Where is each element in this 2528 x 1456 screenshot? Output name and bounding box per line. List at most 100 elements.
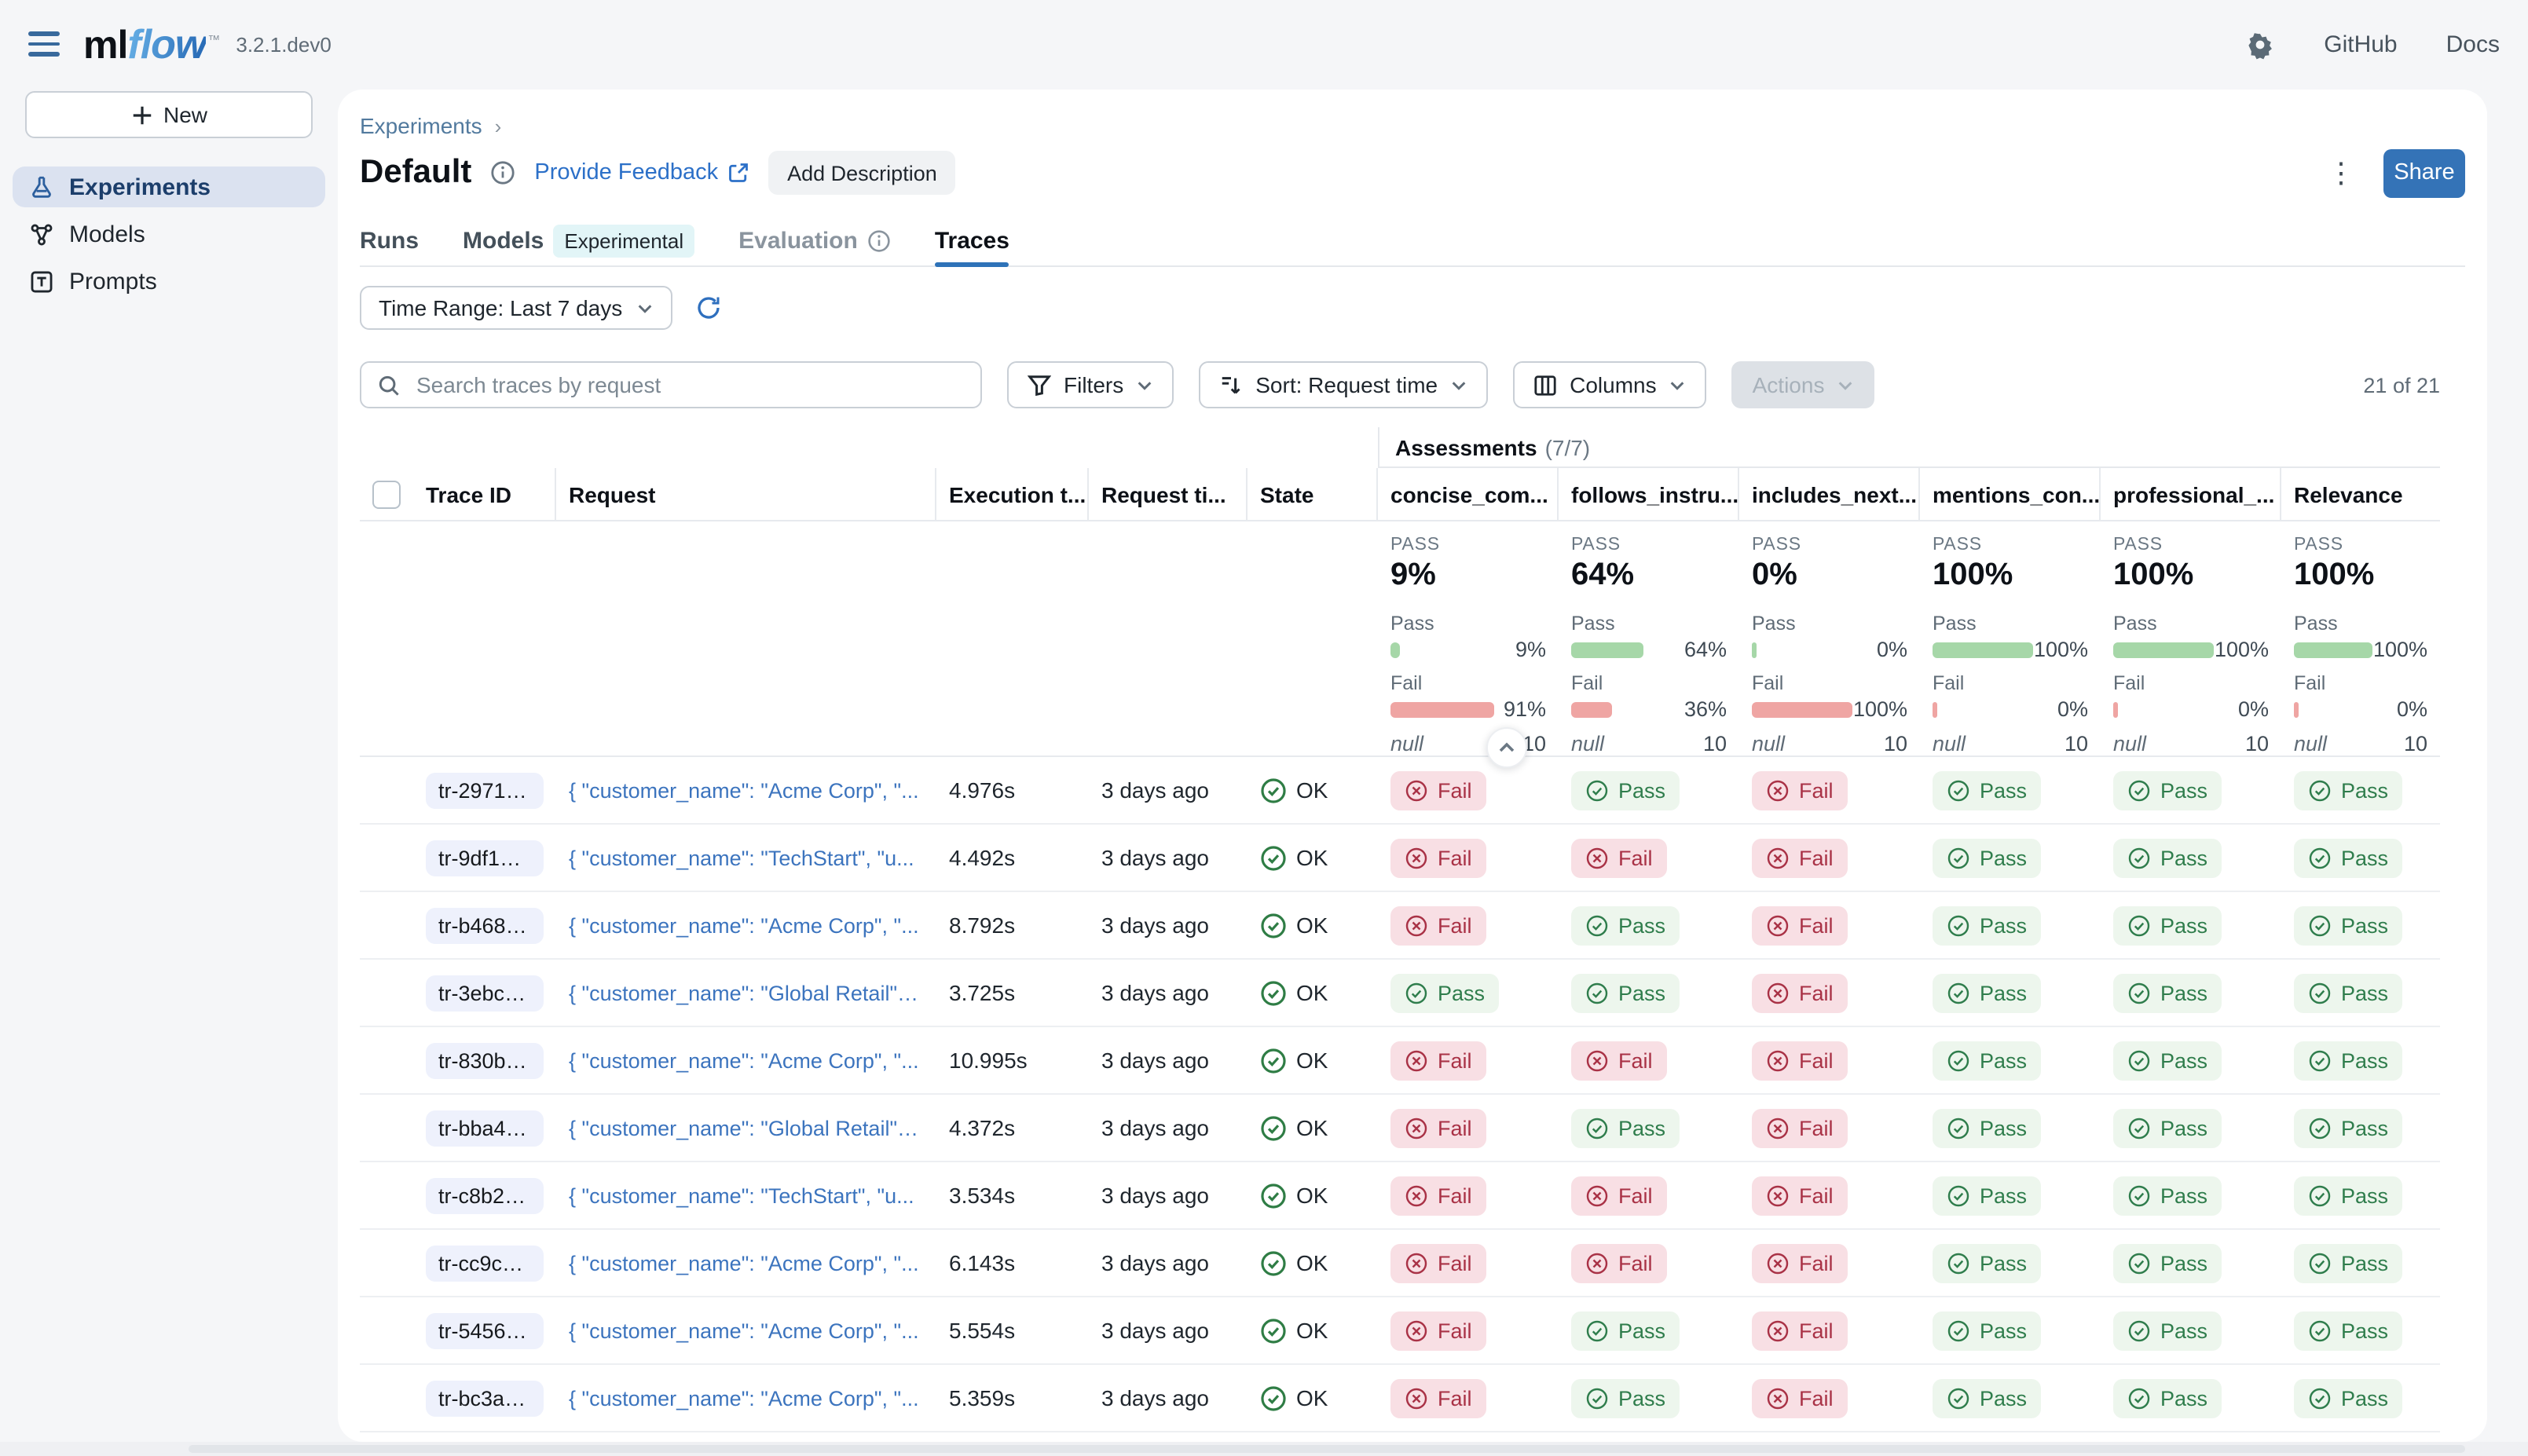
assessment-chip-pass[interactable]: Pass bbox=[2113, 838, 2222, 877]
assessment-chip-pass[interactable]: Pass bbox=[2294, 838, 2402, 877]
assessment-chip-fail[interactable]: Fail bbox=[1752, 838, 1848, 877]
assessment-chip-pass[interactable]: Pass bbox=[2294, 1041, 2402, 1080]
assessment-chip-pass[interactable]: Pass bbox=[2113, 905, 2222, 945]
column-header-trace-id[interactable]: Trace ID bbox=[413, 468, 556, 521]
assessment-chip-pass[interactable]: Pass bbox=[1933, 1243, 2041, 1282]
assessment-chip-pass[interactable]: Pass bbox=[1390, 973, 1499, 1012]
trace-id-link[interactable]: tr-830bbb... bbox=[426, 1042, 544, 1078]
assessment-chip-fail[interactable]: Fail bbox=[1390, 838, 1486, 877]
assessment-chip-pass[interactable]: Pass bbox=[2113, 1243, 2222, 1282]
docs-link[interactable]: Docs bbox=[2446, 31, 2500, 57]
select-all-checkbox[interactable] bbox=[372, 480, 401, 508]
assessment-chip-pass[interactable]: Pass bbox=[2113, 1041, 2222, 1080]
trace-id-link[interactable]: tr-cc9ce3... bbox=[426, 1245, 544, 1281]
info-icon[interactable] bbox=[490, 160, 515, 185]
assessment-chip-pass[interactable]: Pass bbox=[1933, 1176, 2041, 1215]
tab-evaluation[interactable]: Evaluation bbox=[738, 215, 891, 265]
share-button[interactable]: Share bbox=[2383, 148, 2465, 197]
assessment-chip-fail[interactable]: Fail bbox=[1390, 1108, 1486, 1147]
assessment-chip-pass[interactable]: Pass bbox=[2113, 1108, 2222, 1147]
tab-models[interactable]: Models Experimental bbox=[463, 215, 694, 265]
column-header-assessment[interactable]: mentions_con... bbox=[1920, 468, 2101, 521]
request-link[interactable]: { "customer_name": "Acme Corp", "... bbox=[569, 1048, 919, 1072]
actions-button[interactable]: Actions bbox=[1732, 361, 1875, 408]
sidebar-item-prompts[interactable]: Prompts bbox=[13, 261, 325, 302]
trace-id-link[interactable]: tr-c8b2fcf... bbox=[426, 1177, 544, 1213]
assessment-chip-fail[interactable]: Fail bbox=[1390, 1378, 1486, 1418]
assessment-chip-pass[interactable]: Pass bbox=[2113, 1176, 2222, 1215]
assessment-chip-pass[interactable]: Pass bbox=[2113, 1378, 2222, 1418]
collapse-summary-button[interactable] bbox=[1486, 727, 1527, 768]
tab-traces[interactable]: Traces bbox=[935, 215, 1009, 265]
kebab-menu-icon[interactable]: ⋮ bbox=[2317, 152, 2365, 193]
assessment-chip-pass[interactable]: Pass bbox=[2294, 770, 2402, 810]
columns-button[interactable]: Columns bbox=[1513, 361, 1707, 408]
github-link[interactable]: GitHub bbox=[2324, 31, 2397, 57]
column-header-execution-time[interactable]: Execution t... bbox=[936, 468, 1089, 521]
assessment-chip-pass[interactable]: Pass bbox=[2294, 905, 2402, 945]
trace-id-link[interactable]: tr-bc3a88... bbox=[426, 1380, 544, 1416]
assessment-chip-pass[interactable]: Pass bbox=[2294, 1378, 2402, 1418]
request-link[interactable]: { "customer_name": "Acme Corp", "... bbox=[569, 1319, 919, 1342]
assessment-chip-pass[interactable]: Pass bbox=[1571, 905, 1680, 945]
assessment-chip-pass[interactable]: Pass bbox=[2113, 973, 2222, 1012]
request-link[interactable]: { "customer_name": "Acme Corp", "... bbox=[569, 1386, 919, 1410]
search-input[interactable] bbox=[413, 371, 965, 399]
column-header-state[interactable]: State bbox=[1248, 468, 1378, 521]
new-button[interactable]: New bbox=[25, 91, 313, 138]
assessment-chip-pass[interactable]: Pass bbox=[2294, 1311, 2402, 1350]
assessment-chip-fail[interactable]: Fail bbox=[1752, 905, 1848, 945]
trace-id-link[interactable]: tr-9df173... bbox=[426, 840, 544, 876]
assessment-chip-pass[interactable]: Pass bbox=[2294, 1108, 2402, 1147]
assessment-chip-pass[interactable]: Pass bbox=[1933, 1378, 2041, 1418]
assessment-chip-fail[interactable]: Fail bbox=[1752, 1311, 1848, 1350]
assessment-chip-fail[interactable]: Fail bbox=[1390, 1176, 1486, 1215]
assessment-chip-pass[interactable]: Pass bbox=[1933, 838, 2041, 877]
assessment-chip-pass[interactable]: Pass bbox=[2113, 770, 2222, 810]
assessment-chip-fail[interactable]: Fail bbox=[1571, 1176, 1667, 1215]
refresh-icon[interactable] bbox=[694, 294, 723, 322]
assessment-chip-fail[interactable]: Fail bbox=[1571, 838, 1667, 877]
assessment-chip-fail[interactable]: Fail bbox=[1752, 1243, 1848, 1282]
assessment-chip-fail[interactable]: Fail bbox=[1390, 905, 1486, 945]
assessment-chip-pass[interactable]: Pass bbox=[1933, 1311, 2041, 1350]
assessment-chip-pass[interactable]: Pass bbox=[2294, 1243, 2402, 1282]
assessment-chip-pass[interactable]: Pass bbox=[2113, 1311, 2222, 1350]
add-description-button[interactable]: Add Description bbox=[768, 151, 956, 195]
column-header-request[interactable]: Request bbox=[556, 468, 936, 521]
assessment-chip-pass[interactable]: Pass bbox=[1571, 1311, 1680, 1350]
scrollbar-thumb[interactable] bbox=[189, 1445, 2465, 1453]
assessment-chip-fail[interactable]: Fail bbox=[1390, 1243, 1486, 1282]
assessment-chip-fail[interactable]: Fail bbox=[1390, 1311, 1486, 1350]
assessment-chip-fail[interactable]: Fail bbox=[1390, 1041, 1486, 1080]
column-header-request-time[interactable]: Request ti... bbox=[1089, 468, 1248, 521]
trace-id-link[interactable]: tr-3ebc62... bbox=[426, 975, 544, 1011]
request-link[interactable]: { "customer_name": "Acme Corp", "... bbox=[569, 1251, 919, 1275]
trace-id-link[interactable]: tr-b468d9... bbox=[426, 907, 544, 943]
assessment-chip-fail[interactable]: Fail bbox=[1752, 973, 1848, 1012]
hamburger-menu-icon[interactable] bbox=[28, 31, 60, 57]
assessment-chip-pass[interactable]: Pass bbox=[2294, 1176, 2402, 1215]
assessment-chip-pass[interactable]: Pass bbox=[1933, 770, 2041, 810]
request-link[interactable]: { "customer_name": "TechStart", "u... bbox=[569, 1183, 914, 1207]
request-link[interactable]: { "customer_name": "Acme Corp", "... bbox=[569, 778, 919, 802]
assessment-chip-pass[interactable]: Pass bbox=[1933, 1041, 2041, 1080]
column-header-assessment[interactable]: Relevance bbox=[2281, 468, 2440, 521]
assessment-chip-pass[interactable]: Pass bbox=[1933, 973, 2041, 1012]
assessment-chip-fail[interactable]: Fail bbox=[1752, 1176, 1848, 1215]
column-header-assessment[interactable]: concise_com... bbox=[1378, 468, 1559, 521]
mlflow-logo[interactable]: mlflow™ bbox=[83, 20, 220, 68]
column-header-assessment[interactable]: follows_instru... bbox=[1559, 468, 1739, 521]
assessment-chip-pass[interactable]: Pass bbox=[1933, 1108, 2041, 1147]
search-box[interactable] bbox=[360, 361, 982, 408]
request-link[interactable]: { "customer_name": "Global Retail", ... bbox=[569, 1116, 924, 1140]
tab-runs[interactable]: Runs bbox=[360, 215, 419, 265]
breadcrumb-experiments-link[interactable]: Experiments bbox=[360, 113, 482, 138]
assessment-chip-fail[interactable]: Fail bbox=[1752, 1108, 1848, 1147]
filters-button[interactable]: Filters bbox=[1007, 361, 1174, 408]
assessment-chip-pass[interactable]: Pass bbox=[1571, 770, 1680, 810]
request-link[interactable]: { "customer_name": "TechStart", "u... bbox=[569, 846, 914, 869]
assessment-chip-pass[interactable]: Pass bbox=[1933, 905, 2041, 945]
column-header-assessment[interactable]: includes_next... bbox=[1739, 468, 1920, 521]
assessment-chip-fail[interactable]: Fail bbox=[1752, 1041, 1848, 1080]
